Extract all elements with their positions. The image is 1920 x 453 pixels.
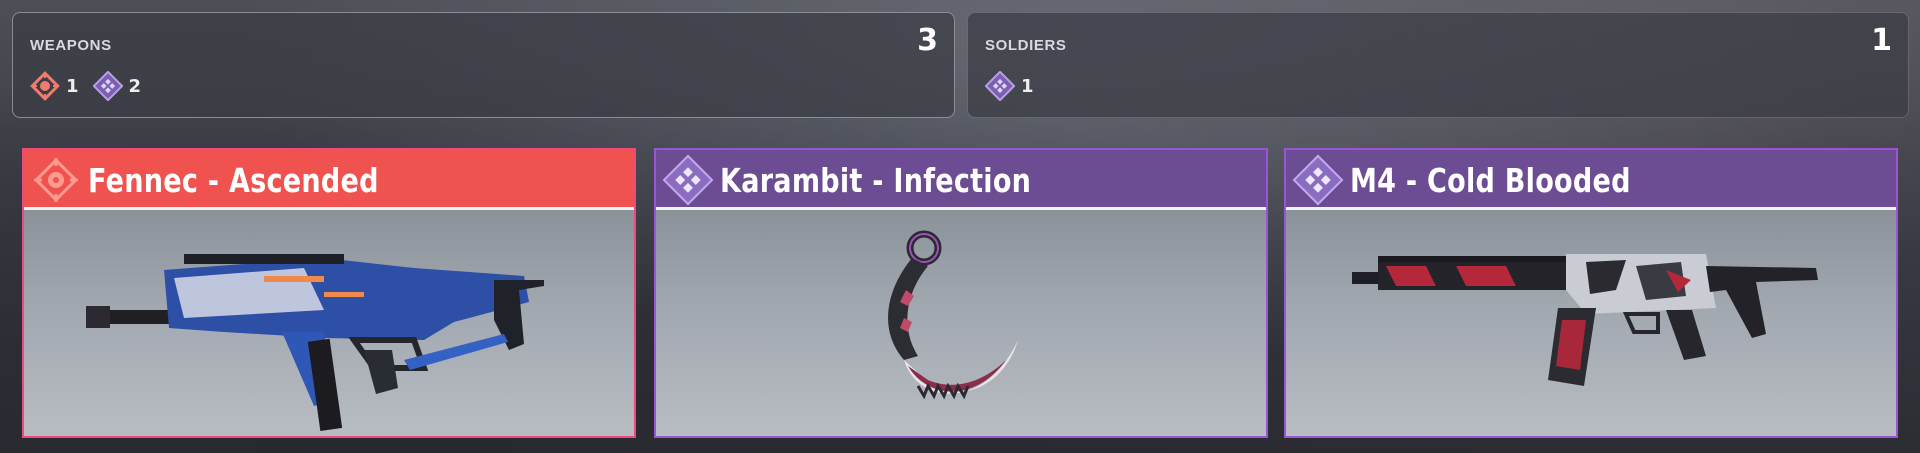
smg-weapon-image — [24, 210, 634, 436]
item-card-fennec[interactable]: Fennec - Ascended — [22, 148, 636, 438]
soldiers-summary-panel: SOLDIERS 1 1 — [967, 12, 1909, 118]
item-title: M4 - Cold Blooded — [1350, 160, 1631, 200]
weapons-legendary-count: 2 — [91, 70, 142, 102]
weapons-legendary-count-value: 2 — [128, 75, 142, 97]
item-title: Fennec - Ascended — [88, 160, 379, 200]
soldiers-label: SOLDIERS — [985, 37, 1067, 54]
weapons-rarity-counts: 1 2 — [30, 70, 155, 102]
karambit-knife-image — [656, 210, 1266, 436]
weapons-total: 3 — [917, 23, 938, 58]
item-card-m4[interactable]: M4 - Cold Blooded — [1284, 148, 1898, 438]
legendary-rarity-icon — [1292, 154, 1344, 206]
assault-rifle-image — [1286, 210, 1896, 436]
legendary-rarity-icon — [662, 154, 714, 206]
legendary-rarity-icon — [984, 70, 1016, 102]
legendary-rarity-icon — [91, 70, 124, 102]
item-title: Karambit - Infection — [720, 160, 1032, 200]
soldiers-rarity-counts: 1 — [984, 70, 1048, 102]
weapons-ultra-count: 1 — [30, 71, 79, 101]
weapons-summary-panel: WEAPONS 3 1 2 — [12, 12, 955, 118]
soldiers-total: 1 — [1871, 23, 1892, 58]
weapons-ultra-count-value: 1 — [66, 75, 79, 97]
soldiers-legendary-count: 1 — [984, 70, 1034, 102]
weapons-label: WEAPONS — [30, 37, 112, 54]
ultra-rarity-icon — [30, 71, 60, 101]
soldiers-legendary-count-value: 1 — [1021, 75, 1034, 97]
item-card-header: M4 - Cold Blooded — [1286, 150, 1896, 210]
item-card-header: Karambit - Infection — [656, 150, 1266, 210]
item-card-karambit[interactable]: Karambit - Infection — [654, 148, 1268, 438]
item-card-header: Fennec - Ascended — [24, 150, 634, 210]
ultra-rarity-icon — [30, 154, 82, 206]
